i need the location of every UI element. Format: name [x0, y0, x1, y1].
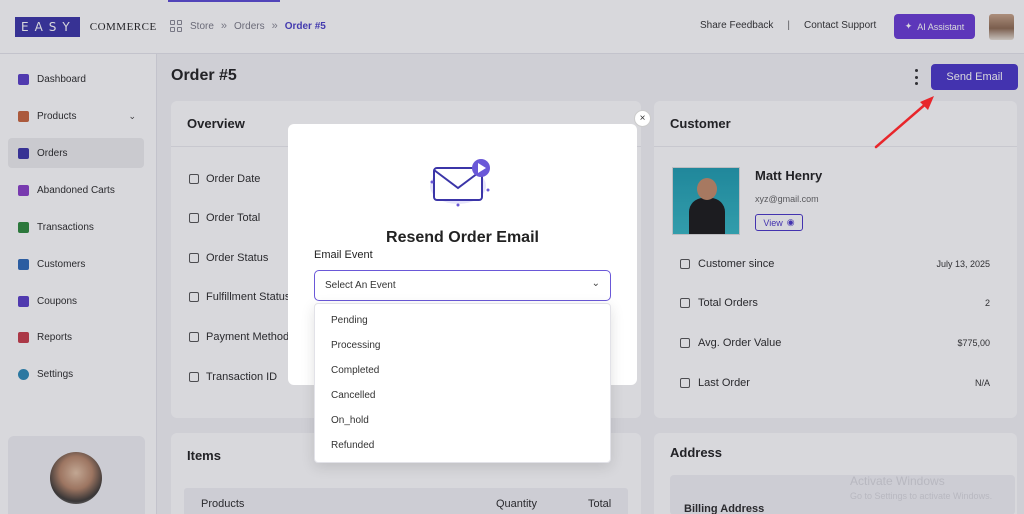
annotation-arrow-icon [874, 96, 934, 149]
option-on-hold[interactable]: On_hold [331, 415, 369, 426]
modal-title: Resend Order Email [386, 229, 539, 246]
close-icon[interactable]: × [634, 110, 651, 127]
email-event-select[interactable]: Select An Event ⌄ [314, 270, 611, 301]
watermark-line-1: Activate Windows [850, 474, 945, 488]
option-completed[interactable]: Completed [331, 365, 379, 376]
option-cancelled[interactable]: Cancelled [331, 390, 375, 401]
envelope-icon [430, 159, 490, 207]
option-pending[interactable]: Pending [331, 315, 368, 326]
windows-activation-watermark: Activate Windows Go to Settings to activ… [850, 474, 992, 501]
option-refunded[interactable]: Refunded [331, 440, 374, 451]
chevron-down-icon: ⌄ [591, 278, 600, 289]
select-placeholder: Select An Event [325, 280, 396, 291]
watermark-line-2: Go to Settings to activate Windows. [850, 491, 993, 501]
option-processing[interactable]: Processing [331, 340, 380, 351]
email-event-dropdown: Pending Processing Completed Cancelled O… [314, 303, 611, 463]
email-event-label: Email Event [314, 249, 373, 261]
